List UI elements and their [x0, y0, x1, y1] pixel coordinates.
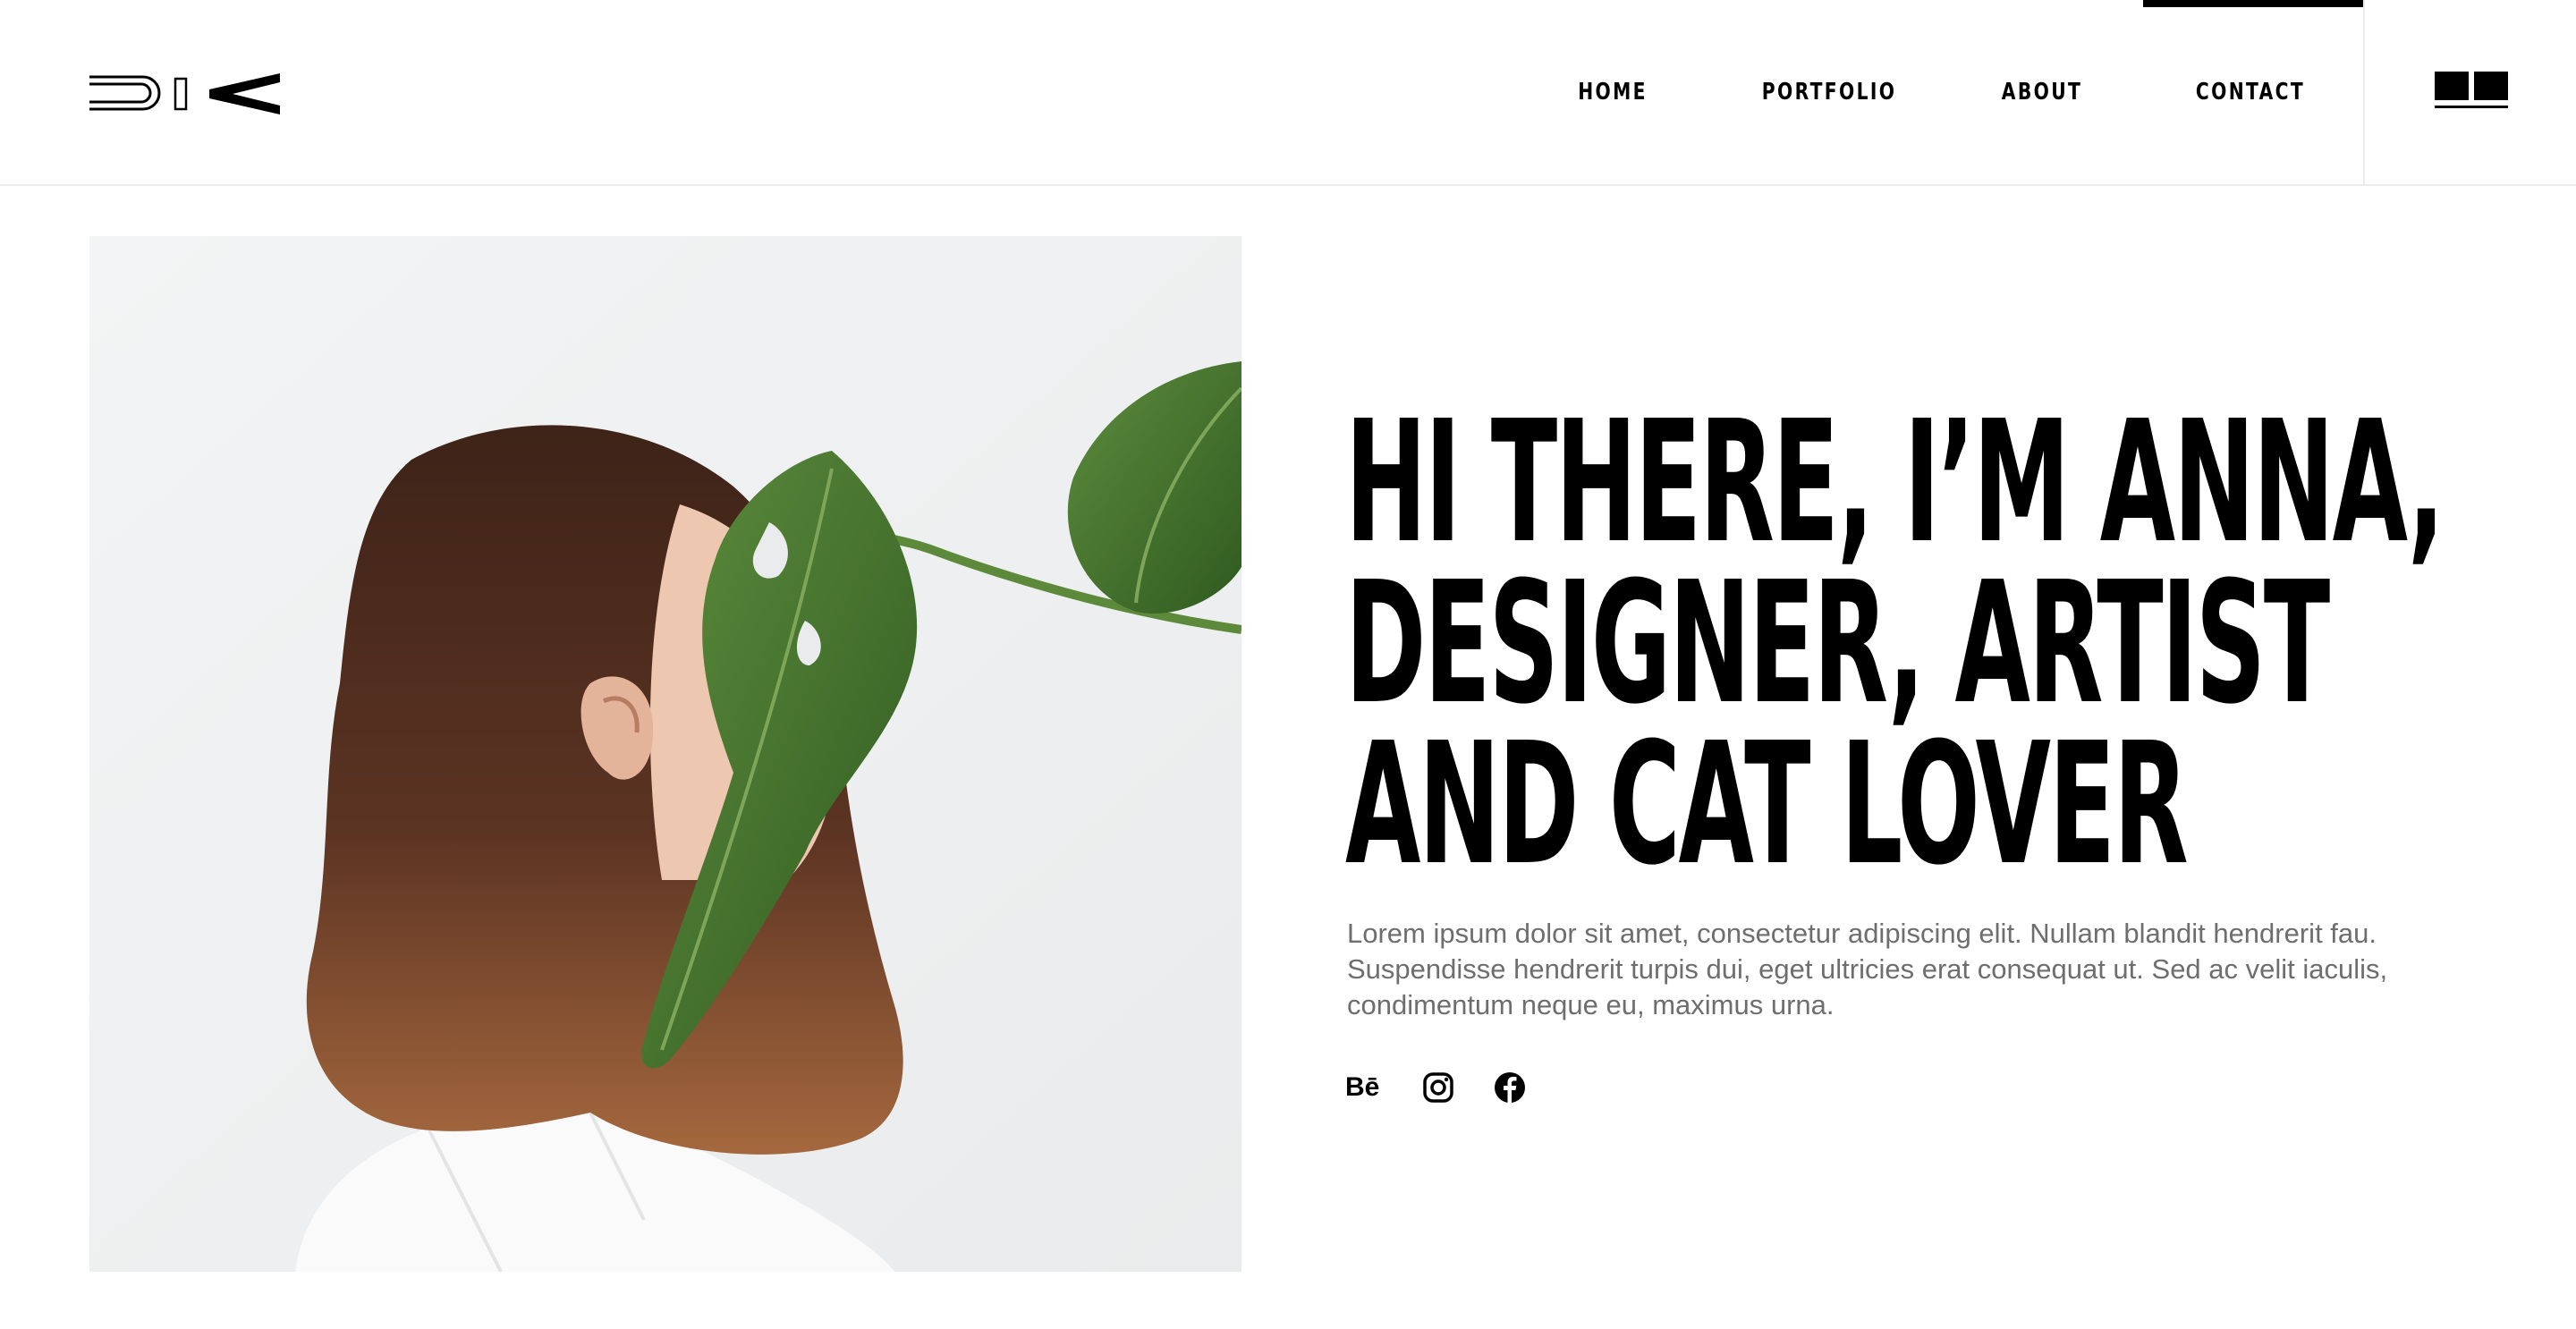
hero-portrait-image [89, 236, 1241, 1272]
site-header: HOME PORTFOLIO ABOUT CONTACT [0, 0, 2576, 186]
instagram-icon[interactable] [1420, 1070, 1456, 1105]
behance-icon[interactable]: Bē [1345, 1070, 1381, 1105]
nav-portfolio[interactable]: PORTFOLIO [1762, 0, 1894, 184]
nav-divider [2363, 0, 2365, 186]
facebook-icon[interactable] [1492, 1070, 1528, 1105]
nav-contact[interactable]: CONTACT [2188, 0, 2313, 184]
main-nav: HOME PORTFOLIO ABOUT CONTACT [0, 0, 2576, 186]
nav-about[interactable]: ABOUT [1996, 0, 2087, 184]
menu-button[interactable] [2433, 70, 2510, 111]
menu-icon [2435, 72, 2508, 108]
nav-home[interactable]: HOME [1567, 0, 1657, 184]
hero-intro-text: Lorem ipsum dolor sit amet, consectetur … [1347, 918, 2388, 1020]
hero-headline: HI THERE, I’M ANNA, DESIGNER, ARTIST AND… [1345, 385, 2445, 902]
